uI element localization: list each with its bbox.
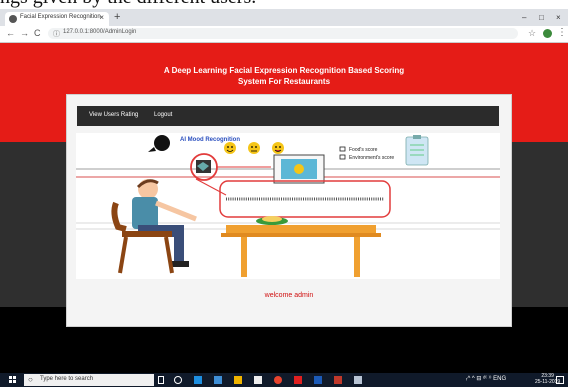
document-caption: ngs given by the different users. xyxy=(0,0,568,9)
notification-icon[interactable] xyxy=(556,376,564,384)
forward-button[interactable]: → xyxy=(20,28,29,38)
extension-icon[interactable] xyxy=(543,29,552,38)
admin-navbar: View Users Rating Logout xyxy=(77,106,499,126)
cortana-icon[interactable] xyxy=(174,376,182,384)
page-heading-line1: A Deep Learning Facial Expression Recogn… xyxy=(163,66,405,75)
edge-icon[interactable] xyxy=(194,376,202,384)
monitor-icon xyxy=(273,154,325,184)
tab-title: Facial Expression Recognition xyxy=(20,14,101,20)
legend-environment-label: Environment's score xyxy=(349,155,394,161)
document-caption-text: ngs given by the different users. xyxy=(0,0,256,9)
mail-icon[interactable] xyxy=(254,376,262,384)
store-icon[interactable] xyxy=(214,376,222,384)
pdf-icon[interactable] xyxy=(294,376,302,384)
close-window-button[interactable]: × xyxy=(556,13,561,22)
windows-start-icon[interactable] xyxy=(9,376,17,384)
back-button[interactable]: ← xyxy=(6,28,15,38)
scanner-barcode xyxy=(226,195,384,203)
minimize-button[interactable]: – xyxy=(522,13,526,22)
search-placeholder: Type here to search xyxy=(40,376,94,382)
system-tray-icons[interactable]: ᵣ^ ^ ⊟ ᵈ⁽ ⁾⁾ ENG xyxy=(466,375,506,382)
legend-food-label: Food's score xyxy=(349,147,378,153)
ai-head-icon xyxy=(148,135,170,152)
app-icon[interactable] xyxy=(334,376,342,384)
clipboard-icon xyxy=(405,135,429,166)
illustration-title: AI Mood Recognition xyxy=(180,137,240,143)
browser-menu-icon[interactable]: ⋮ xyxy=(557,27,567,38)
taskbar-search-box[interactable]: ○ Type here to search xyxy=(24,374,154,386)
page-heading-line2: System For Restaurants xyxy=(237,77,331,86)
table-illustration xyxy=(221,216,381,277)
mic-icon[interactable] xyxy=(158,376,164,384)
bookmark-star-icon[interactable]: ☆ xyxy=(528,28,536,39)
logout-link[interactable]: Logout xyxy=(154,112,172,118)
web-page: A Deep Learning Facial Expression Recogn… xyxy=(0,43,568,373)
address-bar: ← → C ⓘ 127.0.0.1:8000/AdminLogin ☆ ⋮ xyxy=(0,26,568,43)
window-icon[interactable] xyxy=(354,376,362,384)
emoji-icons xyxy=(224,142,284,154)
face-scan-icon xyxy=(190,153,271,181)
welcome-message: welcome admin xyxy=(264,292,314,299)
browser-tab-bar: Facial Expression Recognition × + – □ × xyxy=(0,9,568,26)
windows-taskbar: ○ Type here to search ᵣ^ ^ ⊟ ᵈ⁽ ⁾⁾ ENG 2… xyxy=(0,373,568,387)
mood-recognition-illustration: AI Mood Recognition Food's score Environ… xyxy=(76,133,500,279)
admin-panel: View Users Rating Logout AI Mood Recogni… xyxy=(66,94,512,327)
restore-button[interactable]: □ xyxy=(539,13,544,22)
view-users-rating-link[interactable]: View Users Rating xyxy=(89,112,138,118)
file-explorer-icon[interactable] xyxy=(234,376,242,384)
new-tab-button[interactable]: + xyxy=(114,12,120,23)
chrome-icon[interactable] xyxy=(274,376,282,384)
site-info-icon[interactable]: ⓘ xyxy=(53,29,60,39)
illustration-svg: AI Mood Recognition Food's score Environ… xyxy=(76,135,500,277)
favicon-icon xyxy=(9,15,17,23)
url-text: 127.0.0.1:8000/AdminLogin xyxy=(63,29,137,35)
url-field[interactable]: ⓘ 127.0.0.1:8000/AdminLogin xyxy=(48,28,518,39)
tab-close-icon[interactable]: × xyxy=(99,13,104,22)
browser-tab[interactable]: Facial Expression Recognition × xyxy=(5,12,109,26)
search-icon: ○ xyxy=(28,375,33,384)
word-icon[interactable] xyxy=(314,376,322,384)
reload-button[interactable]: C xyxy=(34,28,41,38)
page-heading: A Deep Learning Facial Expression Recogn… xyxy=(0,65,568,87)
